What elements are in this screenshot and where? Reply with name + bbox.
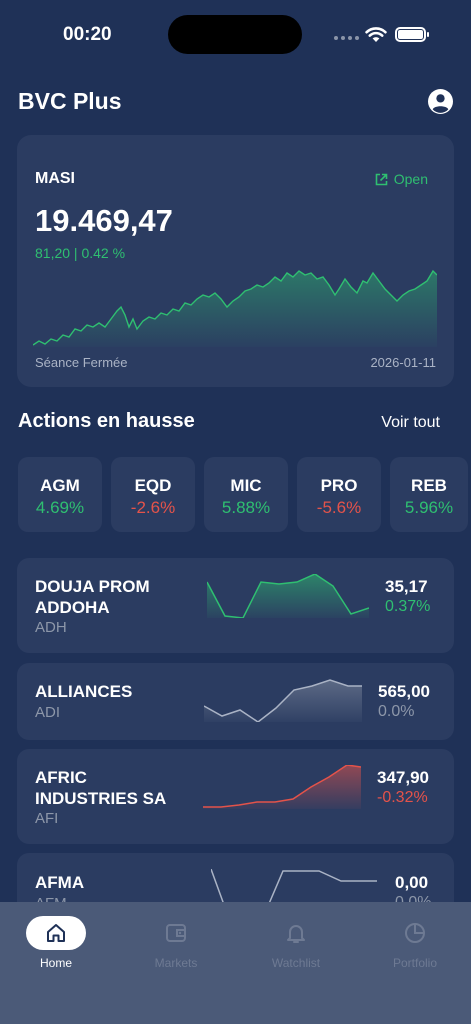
gainer-chip[interactable]: EQD -2.6% — [111, 457, 195, 532]
bell-icon — [287, 925, 305, 943]
stock-price: 35,17 — [385, 577, 428, 596]
index-name: MASI — [35, 170, 75, 187]
index-card[interactable]: MASI Open 19.469,47 81,20 | 0.42 % Séanc… — [17, 135, 454, 387]
stock-symbol: AFI — [35, 810, 59, 827]
section-title-gainers: Actions en hausse — [18, 410, 195, 432]
stock-name: AFRIC INDUSTRIES SA — [35, 767, 166, 809]
see-all-link[interactable]: Voir tout — [381, 414, 440, 432]
stock-symbol: ADI — [35, 704, 61, 721]
tab-portfolio-pill — [385, 916, 445, 950]
stock-row[interactable]: AFRIC INDUSTRIES SA AFI 347,90 -0.32% — [17, 749, 454, 844]
status-bar: 00:20 — [0, 0, 471, 70]
gainer-chip[interactable]: MIC 5.88% — [204, 457, 288, 532]
stock-change: 0.37% — [385, 598, 431, 615]
tab-label: Watchlist — [271, 956, 321, 970]
pie-chart-icon — [405, 923, 425, 943]
stock-name-line2: ADDOHA — [35, 598, 110, 617]
tab-markets[interactable]: Markets — [126, 916, 226, 970]
stock-name-line1: AFRIC — [35, 768, 87, 787]
tab-label: Portfolio — [392, 956, 438, 970]
chip-symbol: EQD — [134, 476, 172, 495]
tab-label: Home — [39, 956, 72, 970]
stock-name-line2: INDUSTRIES SA — [35, 789, 167, 808]
index-chart — [33, 269, 437, 347]
stock-row[interactable]: ALLIANCES ADI 565,00 0.0% — [17, 663, 454, 740]
chip-symbol: AGM — [40, 476, 80, 495]
stock-price: 347,90 — [377, 768, 429, 787]
market-status-badge[interactable]: Open — [375, 171, 428, 187]
stock-price: 0,00 — [395, 873, 429, 892]
market-status-label: Open — [393, 171, 428, 187]
status-time: 00:20 — [63, 24, 112, 45]
tab-bar: Home Markets Watchlist Portfolio — [0, 902, 471, 1024]
stock-name: AFMA — [35, 873, 85, 892]
stock-name-line1: DOUJA PROM — [35, 577, 150, 596]
tab-home[interactable]: Home — [6, 916, 106, 970]
session-date: 2026-01-11 — [370, 355, 436, 370]
stock-symbol: ADH — [35, 619, 67, 636]
session-status: Séance Fermée — [35, 355, 128, 370]
gainer-chip[interactable]: REB 5.96% — [390, 457, 468, 532]
external-link-icon — [375, 173, 388, 185]
gainer-chip[interactable]: AGM 4.69% — [18, 457, 102, 532]
chip-change: 5.88% — [221, 498, 271, 517]
stock-sparkline — [203, 765, 361, 809]
cellular-signal-icon — [334, 36, 359, 40]
chip-change: -2.6% — [130, 498, 176, 517]
stock-sparkline — [204, 679, 362, 722]
home-icon — [47, 924, 65, 942]
tab-portfolio[interactable]: Portfolio — [365, 916, 465, 970]
stock-change: 0.0% — [378, 703, 415, 720]
gainers-carousel[interactable]: AGM 4.69% EQD -2.6% MIC 5.88% PRO -5.6% … — [18, 457, 468, 532]
dynamic-island — [168, 15, 302, 54]
app-title: BVC Plus — [18, 88, 122, 114]
chip-change: 5.96% — [404, 498, 454, 517]
gainer-chip[interactable]: PRO -5.6% — [297, 457, 381, 532]
battery-icon — [395, 27, 429, 42]
person-circle-icon[interactable] — [428, 89, 453, 114]
chip-change: 4.69% — [35, 498, 85, 517]
stock-row[interactable]: DOUJA PROM ADDOHA ADH 35,17 0.37% — [17, 558, 454, 653]
chip-symbol: MIC — [230, 476, 262, 495]
chip-change: -5.6% — [316, 498, 362, 517]
chip-symbol: REB — [411, 476, 447, 495]
index-value: 19.469,47 — [35, 203, 173, 238]
tab-watchlist-pill — [266, 916, 326, 950]
wifi-icon — [365, 27, 387, 42]
tab-label: Markets — [154, 956, 198, 970]
tab-home-pill — [26, 916, 86, 950]
tab-markets-pill — [146, 916, 206, 950]
stock-name: DOUJA PROM ADDOHA — [35, 576, 150, 618]
stock-change: -0.32% — [377, 789, 428, 806]
stock-name: ALLIANCES — [35, 682, 133, 701]
stock-price: 565,00 — [378, 682, 430, 701]
stock-sparkline — [207, 574, 369, 618]
chip-symbol: PRO — [320, 476, 358, 495]
wallet-icon — [166, 924, 186, 942]
tab-watchlist[interactable]: Watchlist — [246, 916, 346, 970]
